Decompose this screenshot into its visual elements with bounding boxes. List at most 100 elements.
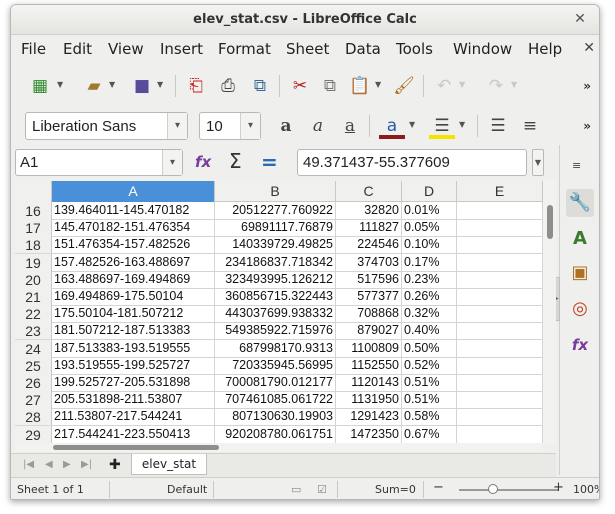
row-header[interactable]: 16 xyxy=(15,202,52,220)
cell-a[interactable]: 217.544241-223.550413 xyxy=(52,425,215,443)
cell-e[interactable] xyxy=(457,408,543,427)
cell-d[interactable]: 0.10% xyxy=(402,236,457,255)
toolbar-overflow-icon[interactable]: » xyxy=(583,79,591,93)
cell-d[interactable]: 0.32% xyxy=(402,305,457,324)
row-header[interactable]: 25 xyxy=(15,356,52,375)
bold-icon[interactable]: a xyxy=(273,113,299,139)
cell-a[interactable]: 211.53807-217.544241 xyxy=(52,408,215,427)
cell-b[interactable]: 234186837.718342 xyxy=(215,253,336,272)
align-left-icon[interactable]: ☰ xyxy=(485,113,511,139)
toolbar-overflow-icon[interactable]: » xyxy=(583,119,591,133)
row-header[interactable]: 18 xyxy=(15,236,52,255)
underline-icon[interactable]: a xyxy=(337,113,363,139)
cell-c[interactable]: 1472350 xyxy=(336,425,402,443)
cell-b[interactable]: 920208780.061751 xyxy=(215,425,336,443)
cell-d[interactable]: 0.05% xyxy=(402,219,457,238)
cell-a[interactable]: 187.513383-193.519555 xyxy=(52,339,215,358)
cell-e[interactable] xyxy=(457,339,543,358)
next-sheet-icon[interactable]: ▶ xyxy=(63,459,71,470)
font-name-dropdown-icon[interactable]: ▾ xyxy=(167,113,187,139)
save-dropdown-icon[interactable]: ▼ xyxy=(157,80,163,89)
column-header-d[interactable]: D xyxy=(402,181,457,202)
cell-e[interactable] xyxy=(457,374,543,392)
select-all-corner[interactable] xyxy=(15,181,52,202)
cell-b[interactable]: 720335945.56995 xyxy=(215,356,336,375)
align-center-icon[interactable]: ≡ xyxy=(517,113,543,139)
cell-b[interactable]: 707461085.061722 xyxy=(215,391,336,410)
cell-e[interactable] xyxy=(457,236,543,255)
cell-e[interactable] xyxy=(457,356,543,375)
horizontal-scroll-thumb[interactable] xyxy=(53,445,219,450)
font-name-combo[interactable]: Liberation Sans ▾ xyxy=(25,112,188,140)
insert-mode-icon[interactable]: ▭ xyxy=(291,483,301,496)
menu-format[interactable]: Format xyxy=(218,40,271,58)
cell-c[interactable]: 111827 xyxy=(336,219,402,238)
last-sheet-icon[interactable]: ▶| xyxy=(81,459,92,470)
cell-a[interactable]: 199.525727-205.531898 xyxy=(52,374,215,392)
menu-edit[interactable]: Edit xyxy=(63,40,92,58)
zoom-out-icon[interactable]: − xyxy=(433,480,444,495)
close-document-icon[interactable]: ✕ xyxy=(583,40,595,56)
sidebar-menu-icon[interactable]: ≡ xyxy=(572,159,581,172)
cell-e[interactable] xyxy=(457,202,543,220)
cell-d[interactable]: 0.51% xyxy=(402,391,457,410)
add-sheet-icon[interactable]: ✚ xyxy=(109,457,121,473)
open-dropdown-icon[interactable]: ▼ xyxy=(109,80,115,89)
page-style[interactable]: Default xyxy=(167,483,207,496)
cell-b[interactable]: 323493995.126212 xyxy=(215,270,336,289)
cell-e[interactable] xyxy=(457,322,543,341)
cell-c[interactable]: 224546 xyxy=(336,236,402,255)
vertical-scrollbar[interactable] xyxy=(543,181,556,443)
cell-a[interactable]: 181.507212-187.513383 xyxy=(52,322,215,341)
row-header[interactable]: 19 xyxy=(15,253,52,272)
cell-a[interactable]: 145.470182-151.476354 xyxy=(52,219,215,238)
cell-c[interactable]: 517596 xyxy=(336,270,402,289)
row-header[interactable]: 29 xyxy=(15,425,52,443)
cell-a[interactable]: 157.482526-163.488697 xyxy=(52,253,215,272)
cell-b[interactable]: 807130630.19903 xyxy=(215,408,336,427)
cell-c[interactable]: 708868 xyxy=(336,305,402,324)
cell-e[interactable] xyxy=(457,253,543,272)
font-size-dropdown-icon[interactable]: ▾ xyxy=(240,113,260,139)
gallery-icon[interactable]: ▣ xyxy=(566,259,594,287)
column-header-a[interactable]: A xyxy=(52,181,215,202)
font-color-dropdown-icon[interactable]: ▼ xyxy=(409,120,415,129)
open-icon[interactable]: ▰ xyxy=(81,73,107,99)
properties-icon[interactable]: 🔧 xyxy=(566,189,594,217)
row-header[interactable]: 21 xyxy=(15,288,52,306)
cell-d[interactable]: 0.51% xyxy=(402,374,457,392)
cell-b[interactable]: 20512277.760922 xyxy=(215,202,336,220)
menu-file[interactable]: File xyxy=(21,40,46,58)
function-wizard-icon[interactable]: fx xyxy=(195,153,211,171)
menu-window[interactable]: Window xyxy=(453,40,512,58)
previous-sheet-icon[interactable]: ◀ xyxy=(45,459,53,470)
spreadsheet-grid[interactable]: A B C D E 16 139.464011-145.470182 2051227… xyxy=(15,181,543,443)
cell-b[interactable]: 549385922.715976 xyxy=(215,322,336,341)
menu-data[interactable]: Data xyxy=(345,40,381,58)
cell-e[interactable] xyxy=(457,270,543,289)
cell-c[interactable]: 577377 xyxy=(336,288,402,306)
print-preview-icon[interactable]: ⧉ xyxy=(247,73,273,99)
row-header[interactable]: 26 xyxy=(15,374,52,392)
paste-dropdown-icon[interactable]: ▼ xyxy=(375,80,381,89)
cell-c[interactable]: 1100809 xyxy=(336,339,402,358)
cut-icon[interactable]: ✂ xyxy=(287,73,313,99)
name-box-dropdown-icon[interactable]: ▾ xyxy=(162,150,182,175)
cell-e[interactable] xyxy=(457,288,543,306)
name-box[interactable]: A1 ▾ xyxy=(15,149,183,176)
menu-help[interactable]: Help xyxy=(528,40,562,58)
row-header[interactable]: 22 xyxy=(15,305,52,324)
cell-c[interactable]: 1152550 xyxy=(336,356,402,375)
document-modified-icon[interactable]: ☑ xyxy=(317,483,327,496)
cell-d[interactable]: 0.26% xyxy=(402,288,457,306)
column-header-c[interactable]: C xyxy=(336,181,402,202)
cell-e[interactable] xyxy=(457,219,543,238)
close-window-icon[interactable]: ✕ xyxy=(571,10,589,28)
cell-b[interactable]: 687998170.9313 xyxy=(215,339,336,358)
row-header[interactable]: 24 xyxy=(15,339,52,358)
cell-e[interactable] xyxy=(457,425,543,443)
cell-b[interactable]: 700081790.012177 xyxy=(215,374,336,392)
cell-a[interactable]: 169.494869-175.50104 xyxy=(52,288,215,306)
undo-dropdown-icon[interactable]: ▼ xyxy=(459,80,465,89)
zoom-slider-knob[interactable] xyxy=(488,484,498,494)
